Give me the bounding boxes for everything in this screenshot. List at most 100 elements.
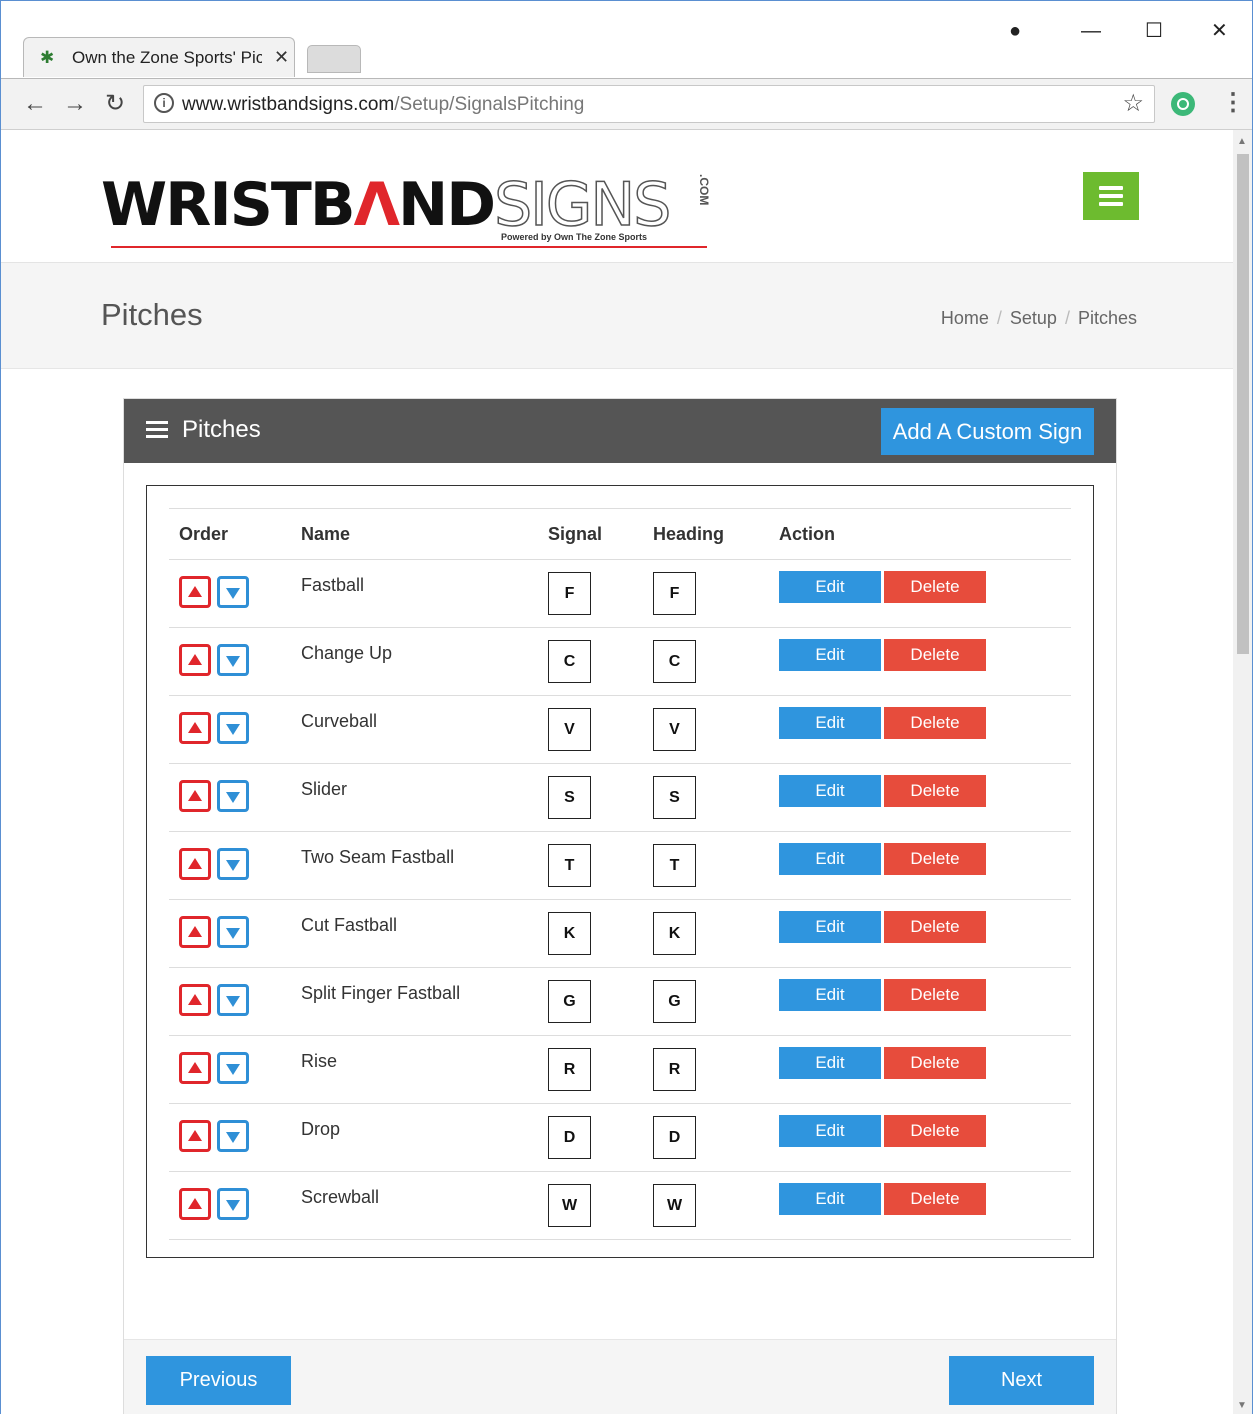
delete-button[interactable]: Delete	[884, 843, 986, 875]
menu-icon[interactable]: ⋮	[1221, 89, 1245, 117]
table-header: Order Name Signal Heading Action	[169, 508, 1071, 560]
url-text[interactable]: www.wristbandsigns.com/Setup/SignalsPitc…	[182, 94, 584, 116]
breadcrumb-home[interactable]: Home	[941, 308, 989, 328]
minimize-icon[interactable]: —	[1081, 19, 1101, 43]
pitches-table-container: Order Name Signal Heading Action Fastbal…	[146, 485, 1094, 1258]
signal-value: K	[548, 912, 591, 955]
info-icon[interactable]: i	[154, 93, 174, 113]
move-up-icon[interactable]	[179, 1052, 211, 1084]
move-down-icon[interactable]	[217, 712, 249, 744]
vertical-scrollbar[interactable]: ▲ ▼	[1233, 130, 1252, 1414]
move-up-icon[interactable]	[179, 984, 211, 1016]
delete-button[interactable]: Delete	[884, 707, 986, 739]
edit-button[interactable]: Edit	[779, 843, 881, 875]
delete-button[interactable]: Delete	[884, 979, 986, 1011]
move-up-icon[interactable]	[179, 1188, 211, 1220]
edit-button[interactable]: Edit	[779, 1115, 881, 1147]
table-row: Screwball W W Edit Delete	[169, 1172, 1071, 1240]
maximize-icon[interactable]: ☐	[1145, 19, 1163, 43]
move-down-icon[interactable]	[217, 916, 249, 948]
move-down-icon[interactable]	[217, 1052, 249, 1084]
edit-button[interactable]: Edit	[779, 1047, 881, 1079]
site-logo[interactable]: WRISTBΛNDSIGNS Powered by Own The Zone S…	[101, 169, 711, 248]
logo-subtitle: Powered by Own The Zone Sports	[501, 232, 648, 242]
table-row: Fastball F F Edit Delete	[169, 560, 1071, 628]
move-up-icon[interactable]	[179, 712, 211, 744]
previous-button[interactable]: Previous	[146, 1356, 291, 1405]
heading-value: V	[653, 708, 696, 751]
close-icon[interactable]: ✕	[1211, 19, 1228, 43]
account-icon[interactable]: ●	[1009, 19, 1021, 43]
reload-icon[interactable]: ↻	[105, 91, 125, 117]
edit-button[interactable]: Edit	[779, 911, 881, 943]
move-up-icon[interactable]	[179, 576, 211, 608]
signal-value: S	[548, 776, 591, 819]
extension-icon[interactable]	[1171, 92, 1195, 116]
move-down-icon[interactable]	[217, 780, 249, 812]
hamburger-menu-button[interactable]	[1083, 172, 1139, 220]
add-custom-sign-button[interactable]: Add A Custom Sign	[881, 408, 1094, 455]
delete-button[interactable]: Delete	[884, 1183, 986, 1215]
heading-value: S	[653, 776, 696, 819]
delete-button[interactable]: Delete	[884, 775, 986, 807]
move-down-icon[interactable]	[217, 984, 249, 1016]
panel-header: Pitches Add A Custom Sign	[124, 399, 1116, 463]
address-bar[interactable]: i www.wristbandsigns.com/Setup/SignalsPi…	[143, 85, 1155, 123]
pitches-panel: Pitches Add A Custom Sign Order Name Sig…	[123, 398, 1117, 1414]
site-header: WRISTBΛNDSIGNS Powered by Own The Zone S…	[1, 130, 1233, 263]
logo-underline	[111, 246, 707, 248]
delete-button[interactable]: Delete	[884, 571, 986, 603]
scroll-up-icon[interactable]: ▲	[1237, 136, 1247, 147]
table-row: Slider S S Edit Delete	[169, 764, 1071, 832]
new-tab-button[interactable]	[307, 45, 361, 73]
breadcrumb-separator: /	[1064, 308, 1070, 328]
delete-button[interactable]: Delete	[884, 911, 986, 943]
hamburger-bar	[1099, 194, 1123, 198]
table-row: Cut Fastball K K Edit Delete	[169, 900, 1071, 968]
pitch-name: Slider	[301, 779, 348, 799]
scroll-down-icon[interactable]: ▼	[1237, 1400, 1247, 1411]
breadcrumb-setup[interactable]: Setup	[1010, 308, 1057, 328]
move-down-icon[interactable]	[217, 1188, 249, 1220]
table-row: Rise R R Edit Delete	[169, 1036, 1071, 1104]
signal-value: F	[548, 572, 591, 615]
url-host: www.wristbandsigns.com	[182, 94, 395, 115]
move-up-icon[interactable]	[179, 1120, 211, 1152]
delete-button[interactable]: Delete	[884, 1115, 986, 1147]
pitch-name: Screwball	[301, 1187, 380, 1207]
move-down-icon[interactable]	[217, 1120, 249, 1152]
pitch-name: Cut Fastball	[301, 915, 398, 935]
move-up-icon[interactable]	[179, 916, 211, 948]
forward-icon[interactable]: →	[63, 91, 87, 117]
scroll-thumb[interactable]	[1237, 154, 1249, 654]
tab-active[interactable]: ✱ Own the Zone Sports' Pic ✕	[23, 37, 295, 77]
edit-button[interactable]: Edit	[779, 979, 881, 1011]
edit-button[interactable]: Edit	[779, 1183, 881, 1215]
move-down-icon[interactable]	[217, 644, 249, 676]
pitches-table: Order Name Signal Heading Action Fastbal…	[169, 508, 1071, 1240]
column-header-action: Action	[779, 524, 835, 544]
edit-button[interactable]: Edit	[779, 707, 881, 739]
edit-button[interactable]: Edit	[779, 639, 881, 671]
move-up-icon[interactable]	[179, 848, 211, 880]
delete-button[interactable]: Delete	[884, 1047, 986, 1079]
edit-button[interactable]: Edit	[779, 775, 881, 807]
page-title: Pitches	[101, 297, 203, 332]
next-button[interactable]: Next	[949, 1356, 1094, 1405]
table-row: Drop D D Edit Delete	[169, 1104, 1071, 1172]
tab-close-icon[interactable]: ✕	[274, 47, 289, 67]
breadcrumb: Home / Setup / Pitches	[941, 307, 1137, 329]
heading-value: K	[653, 912, 696, 955]
favicon-icon: ✱	[40, 48, 55, 67]
back-icon[interactable]: ←	[23, 91, 47, 117]
pitch-name: Rise	[301, 1051, 338, 1071]
move-down-icon[interactable]	[217, 576, 249, 608]
star-icon[interactable]: ☆	[1122, 90, 1144, 118]
heading-value: R	[653, 1048, 696, 1091]
delete-button[interactable]: Delete	[884, 639, 986, 671]
edit-button[interactable]: Edit	[779, 571, 881, 603]
hamburger-bar	[1099, 186, 1123, 190]
move-up-icon[interactable]	[179, 780, 211, 812]
move-down-icon[interactable]	[217, 848, 249, 880]
move-up-icon[interactable]	[179, 644, 211, 676]
